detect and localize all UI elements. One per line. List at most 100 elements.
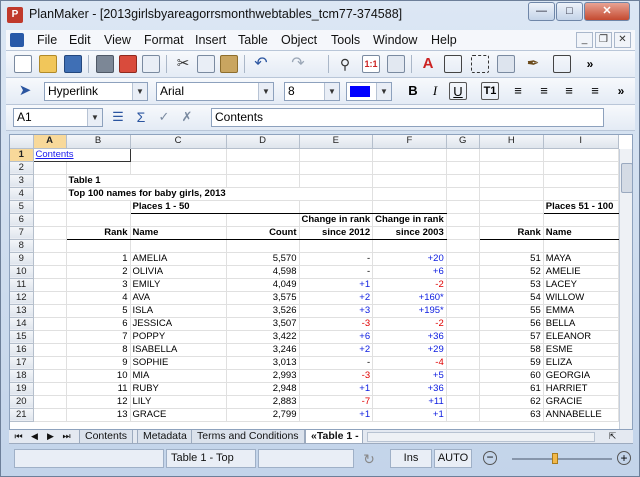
name-cell[interactable]: LILY: [130, 395, 227, 409]
cell[interactable]: [372, 239, 447, 253]
change-2003-cell[interactable]: -2: [372, 278, 447, 292]
change-2003-cell[interactable]: +6: [372, 265, 447, 279]
places-51-100-header[interactable]: Places 51 - 100: [543, 200, 619, 214]
align-left-icon[interactable]: ≡: [509, 82, 527, 100]
col-header-a[interactable]: A: [33, 135, 67, 149]
cell[interactable]: [299, 148, 374, 162]
cell[interactable]: [446, 369, 480, 383]
font-color-select[interactable]: ▼: [346, 82, 392, 101]
count-cell[interactable]: 2,993: [226, 369, 300, 383]
rank-cell-2[interactable]: 61: [479, 382, 544, 396]
cell[interactable]: [479, 239, 544, 253]
change-2012-cell[interactable]: -: [299, 356, 374, 370]
col-header-f[interactable]: F: [372, 135, 447, 149]
name-cell-2[interactable]: WILLOW: [543, 291, 619, 305]
cell[interactable]: [372, 161, 447, 175]
tab-terms-and-conditions[interactable]: Terms and Conditions: [191, 430, 305, 444]
formula-input[interactable]: Contents: [211, 108, 604, 127]
row-header[interactable]: 21: [10, 408, 34, 422]
cell-reference-box[interactable]: A1 ▼: [13, 108, 103, 127]
cell[interactable]: [226, 161, 300, 175]
row-header[interactable]: 5: [10, 200, 34, 214]
change-rank-header-f[interactable]: Change in rank: [372, 213, 447, 227]
count-cell[interactable]: 4,598: [226, 265, 300, 279]
change-rank-header-e[interactable]: Change in rank: [299, 213, 374, 227]
spellcheck-icon[interactable]: [387, 55, 405, 73]
name-cell-2[interactable]: ANNABELLE: [543, 408, 619, 422]
count-cell[interactable]: 2,883: [226, 395, 300, 409]
count-cell[interactable]: 3,575: [226, 291, 300, 305]
table-grid-icon[interactable]: [471, 55, 489, 73]
col-header-c[interactable]: C: [130, 135, 227, 149]
cell[interactable]: [299, 200, 374, 214]
paste-icon[interactable]: [220, 55, 238, 73]
text-frame-icon[interactable]: A: [419, 55, 437, 73]
list-icon[interactable]: ☰: [109, 108, 127, 126]
rank-cell-2[interactable]: 62: [479, 395, 544, 409]
bold-icon[interactable]: B: [404, 82, 422, 100]
cell[interactable]: [66, 213, 131, 227]
change-2012-cell[interactable]: -: [299, 252, 374, 266]
rank-cell-2[interactable]: 52: [479, 265, 544, 279]
rank-header[interactable]: Rank: [66, 226, 131, 240]
spreadsheet-grid[interactable]: A B C D E F G H I 1 Contents 2 3 Table 1…: [9, 134, 633, 430]
row-header[interactable]: 3: [10, 174, 34, 188]
cell[interactable]: [446, 317, 480, 331]
cell[interactable]: [446, 213, 480, 227]
accept-icon[interactable]: ✓: [155, 108, 173, 126]
rank-cell[interactable]: 13: [66, 408, 131, 422]
insert-frame-icon[interactable]: [444, 55, 462, 73]
cell[interactable]: [33, 395, 67, 409]
cell[interactable]: [479, 200, 544, 214]
justify-icon[interactable]: ≡: [586, 82, 604, 100]
prev-sheet-icon[interactable]: ◀: [29, 431, 40, 442]
table-label[interactable]: Table 1: [66, 174, 227, 188]
menu-file[interactable]: File: [37, 33, 57, 47]
cell[interactable]: [33, 265, 67, 279]
toolbar-overflow-icon[interactable]: »: [581, 55, 599, 73]
cell[interactable]: [33, 239, 67, 253]
cell[interactable]: [446, 239, 480, 253]
count-cell[interactable]: 3,013: [226, 356, 300, 370]
rank-cell-2[interactable]: 63: [479, 408, 544, 422]
change-2003-cell[interactable]: +29: [372, 343, 447, 357]
menu-object[interactable]: Object: [281, 33, 317, 47]
zoom-out-icon[interactable]: −: [483, 451, 497, 465]
count-cell[interactable]: 3,526: [226, 304, 300, 318]
cell[interactable]: [226, 148, 300, 162]
row-header[interactable]: 11: [10, 278, 34, 292]
planmaker-app-icon[interactable]: P: [7, 7, 23, 23]
underline-icon[interactable]: U: [449, 82, 467, 100]
next-sheet-icon[interactable]: ▶: [45, 431, 56, 442]
cell[interactable]: [33, 304, 67, 318]
row-header[interactable]: 1: [10, 148, 34, 162]
name-cell[interactable]: SOPHIE: [130, 356, 227, 370]
cell[interactable]: [446, 395, 480, 409]
doc-minimize-button[interactable]: _: [576, 32, 593, 48]
name-cell-2[interactable]: AMELIE: [543, 265, 619, 279]
print-preview-icon[interactable]: [142, 55, 160, 73]
name-cell[interactable]: GRACE: [130, 408, 227, 422]
row-header[interactable]: 18: [10, 369, 34, 383]
name-cell[interactable]: POPPY: [130, 330, 227, 344]
change-2003-cell[interactable]: +160*: [372, 291, 447, 305]
cell[interactable]: [446, 408, 480, 422]
cell[interactable]: [130, 239, 227, 253]
text-top-align-icon[interactable]: T1: [481, 82, 499, 100]
cell[interactable]: [130, 161, 227, 175]
cell[interactable]: [479, 148, 544, 162]
rank-cell[interactable]: 12: [66, 395, 131, 409]
cell[interactable]: [226, 174, 300, 188]
name-cell-2[interactable]: EMMA: [543, 304, 619, 318]
col-header-g[interactable]: G: [446, 135, 480, 149]
cell[interactable]: [33, 408, 67, 422]
rank-header-2[interactable]: Rank: [479, 226, 544, 240]
cell[interactable]: [33, 252, 67, 266]
menu-window[interactable]: Window: [373, 33, 417, 47]
row-header[interactable]: 14: [10, 317, 34, 331]
change-2003-cell[interactable]: +36: [372, 330, 447, 344]
cell[interactable]: [66, 200, 131, 214]
cell[interactable]: [543, 148, 619, 162]
change-2012-cell[interactable]: +1: [299, 408, 374, 422]
change-2012-cell[interactable]: -3: [299, 369, 374, 383]
